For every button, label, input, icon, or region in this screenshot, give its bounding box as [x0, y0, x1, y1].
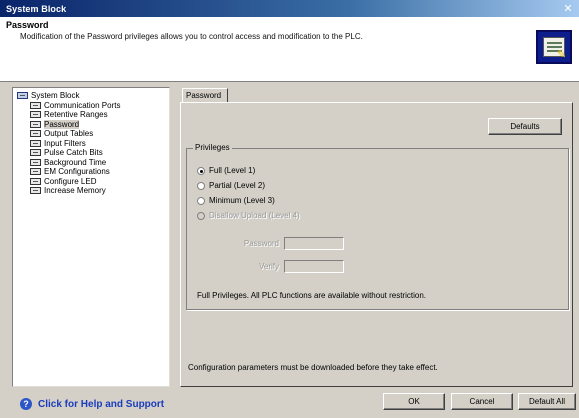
defaults-button[interactable]: Defaults — [488, 118, 562, 135]
tree-item-increase-memory[interactable]: Increase Memory — [15, 186, 167, 196]
tree-item-label: Input Filters — [44, 138, 86, 148]
tree-node-icon — [30, 111, 41, 119]
tree-item-communication-ports[interactable]: Communication Ports — [15, 101, 167, 111]
cancel-button[interactable]: Cancel — [451, 393, 513, 410]
help-icon: ? — [20, 398, 32, 410]
tree-item-configure-led[interactable]: Configure LED — [15, 177, 167, 187]
tree-item-label: Communication Ports — [44, 100, 121, 110]
password-field — [284, 237, 344, 250]
password-settings-icon: ✎ — [536, 30, 572, 64]
help-support-label: Click for Help and Support — [38, 398, 165, 410]
radio-label: Disallow Upload (Level 4) — [209, 211, 300, 220]
tree-node-icon — [30, 168, 41, 176]
tree-node-icon — [30, 139, 41, 147]
tree-node-icon — [30, 177, 41, 185]
radio-indicator[interactable] — [197, 166, 205, 175]
tree-item-background-time[interactable]: Background Time — [15, 158, 167, 168]
system-block-icon — [17, 92, 28, 100]
tree-item-em-configurations[interactable]: EM Configurations — [15, 167, 167, 177]
tree-node-icon — [30, 149, 41, 157]
radio-label: Full (Level 1) — [209, 166, 256, 175]
tree-item-output-tables[interactable]: Output Tables — [15, 129, 167, 139]
radio-indicator[interactable] — [197, 196, 205, 205]
ok-button[interactable]: OK — [383, 393, 445, 410]
close-icon[interactable]: ✕ — [561, 2, 575, 15]
page-title: Password — [6, 20, 49, 30]
tree-item-label: Increase Memory — [44, 186, 106, 196]
tree-item-label: Password — [44, 119, 80, 129]
radio-indicator — [197, 211, 205, 220]
tree-node-icon — [30, 101, 41, 109]
privileges-group-label: Privileges — [193, 143, 232, 152]
header-panel: Password Modification of the Password pr… — [0, 17, 579, 82]
verify-label: Verify — [258, 262, 279, 271]
window-title: System Block — [6, 3, 67, 14]
tree-node-icon — [30, 158, 41, 166]
tree-item-label: Background Time — [44, 157, 107, 167]
default-all-button[interactable]: Default All — [518, 393, 576, 410]
tree-item-pulse-catch-bits[interactable]: Pulse Catch Bits — [15, 148, 167, 158]
privilege-description: Full Privileges. All PLC functions are a… — [197, 291, 426, 300]
tree-item-password[interactable]: Password — [15, 119, 167, 130]
tree-node-icon — [30, 130, 41, 138]
radio-indicator[interactable] — [197, 181, 205, 190]
verify-field — [284, 260, 344, 273]
tree-item-label: Output Tables — [44, 129, 94, 139]
radio-partial-level-2[interactable]: Partial (Level 2) — [197, 180, 265, 191]
system-block-tree[interactable]: System Block Communication Ports Retenti… — [12, 87, 170, 387]
radio-full-level-1[interactable]: Full (Level 1) — [197, 165, 255, 176]
download-note: Configuration parameters must be downloa… — [188, 363, 438, 372]
tree-item-label: EM Configurations — [44, 167, 110, 177]
tree-node-icon — [30, 187, 41, 195]
tree-root-label: System Block — [31, 91, 80, 101]
tree-item-label: Retentive Ranges — [44, 110, 108, 120]
help-support-link[interactable]: ? Click for Help and Support — [20, 398, 164, 410]
radio-minimum-level-3[interactable]: Minimum (Level 3) — [197, 195, 275, 206]
tree-item-retentive-ranges[interactable]: Retentive Ranges — [15, 110, 167, 120]
title-bar: System Block ✕ — [0, 0, 579, 17]
tree-root-system-block[interactable]: System Block — [15, 91, 167, 101]
tree-item-input-filters[interactable]: Input Filters — [15, 139, 167, 149]
tab-password[interactable]: Password — [182, 88, 228, 103]
tree-item-label: Configure LED — [44, 176, 97, 186]
radio-label: Partial (Level 2) — [209, 181, 266, 190]
tree-node-icon — [30, 120, 41, 128]
radio-label: Minimum (Level 3) — [209, 196, 275, 205]
password-label: Password — [243, 239, 279, 248]
tree-item-label: Pulse Catch Bits — [44, 148, 103, 158]
radio-disallow-upload-level-4: Disallow Upload (Level 4) — [197, 210, 300, 221]
page-description: Modification of the Password privileges … — [20, 32, 363, 41]
